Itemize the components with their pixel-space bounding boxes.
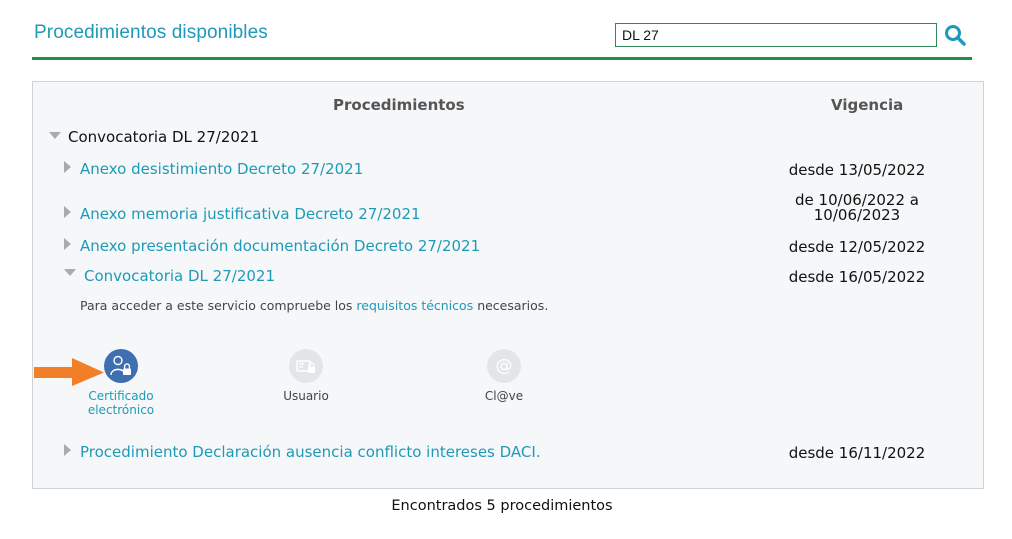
expand-arrow-icon[interactable] [64, 444, 71, 456]
technical-requirements-link[interactable]: requisitos técnicos [356, 298, 473, 313]
collapse-arrow-icon[interactable] [64, 269, 76, 276]
search-icon[interactable] [944, 24, 966, 46]
page-title: Procedimientos disponibles [34, 22, 268, 43]
validity-date: desde 16/05/2022 [788, 268, 926, 286]
procedures-panel: Procedimientos Vigencia Convocatoria DL … [32, 81, 984, 489]
validity-date: desde 16/11/2022 [788, 444, 926, 462]
auth-user-button[interactable]: Usuario [251, 349, 361, 403]
auth-clave-button[interactable]: @ Cl@ve [449, 349, 559, 403]
expand-arrow-icon[interactable] [64, 206, 71, 218]
expand-arrow-icon[interactable] [64, 238, 71, 250]
procedure-link[interactable]: Anexo memoria justificativa Decreto 27/2… [80, 205, 421, 223]
validity-date: desde 12/05/2022 [788, 238, 926, 256]
validity-date-line2: 10/06/2023 [813, 206, 901, 224]
auth-certificate-label-line1: Certificado [88, 389, 154, 403]
access-note-prefix: Para acceder a este servicio compruebe l… [80, 298, 357, 313]
at-sign-icon[interactable]: @ [487, 349, 521, 383]
validity-date: desde 13/05/2022 [788, 161, 926, 179]
collapse-arrow-icon[interactable] [49, 132, 61, 139]
search-input[interactable] [615, 23, 937, 47]
procedure-link[interactable]: Procedimiento Declaración ausencia confl… [80, 443, 541, 461]
group-title[interactable]: Convocatoria DL 27/2021 [68, 128, 259, 146]
column-header-validity: Vigencia [831, 96, 904, 114]
certificate-user-lock-icon[interactable] [104, 349, 138, 383]
procedure-link[interactable]: Anexo presentación documentación Decreto… [80, 237, 480, 255]
expand-arrow-icon[interactable] [64, 161, 71, 173]
access-note-suffix: necesarios. [473, 298, 549, 313]
procedure-link[interactable]: Convocatoria DL 27/2021 [84, 267, 275, 285]
header-divider [32, 57, 972, 60]
column-header-procedures: Procedimientos [333, 96, 465, 114]
user-id-card-icon[interactable] [289, 349, 323, 383]
auth-certificate-label-line2: electrónico [87, 403, 155, 417]
search-button[interactable] [944, 24, 966, 46]
pointer-arrow-icon [34, 358, 104, 386]
results-count: Encontrados 5 procedimientos [391, 498, 613, 514]
access-note: Para acceder a este servicio compruebe l… [80, 298, 548, 313]
procedure-link[interactable]: Anexo desistimiento Decreto 27/2021 [80, 160, 363, 178]
auth-clave-label: Cl@ve [484, 389, 524, 403]
auth-user-label: Usuario [283, 389, 329, 403]
